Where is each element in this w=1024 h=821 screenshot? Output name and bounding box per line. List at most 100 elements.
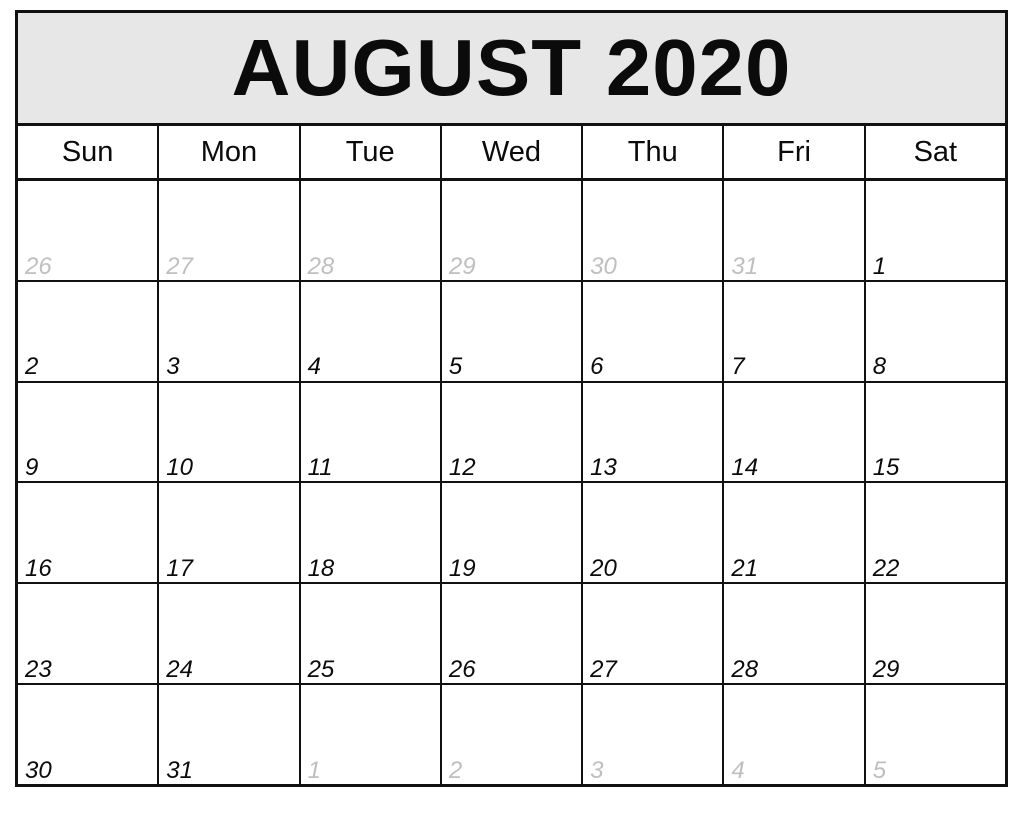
day-cell[interactable]: 3 (159, 281, 301, 381)
day-number: 29 (872, 655, 900, 683)
day-cell[interactable]: 8 (865, 281, 1005, 381)
day-number: 2 (25, 353, 39, 381)
day-number: 11 (307, 454, 333, 482)
day-cell[interactable]: 1 (300, 685, 442, 784)
day-number: 1 (307, 756, 321, 784)
day-cell[interactable]: 5 (865, 685, 1005, 784)
day-number: 8 (872, 353, 887, 381)
day-number: 18 (307, 555, 335, 583)
weekday-label: Sat (913, 135, 958, 168)
day-cell[interactable]: 2 (441, 685, 584, 784)
day-number: 28 (307, 252, 335, 280)
week-row: 26 27 28 29 30 31 1 (18, 181, 1005, 282)
week-row: 30 31 1 2 3 4 5 (18, 685, 1005, 784)
day-cell[interactable]: 26 (441, 584, 584, 684)
day-number: 3 (590, 756, 604, 784)
day-cell[interactable]: 10 (159, 382, 301, 482)
day-number: 23 (25, 655, 52, 683)
weekday-label: Wed (481, 135, 542, 168)
day-cell[interactable]: 11 (300, 382, 442, 482)
day-cell[interactable]: 2 (18, 281, 160, 381)
weekday-label: Fri (777, 135, 811, 168)
day-cell[interactable]: 5 (441, 281, 584, 381)
day-cell[interactable]: 31 (159, 685, 301, 784)
day-number: 9 (25, 454, 39, 482)
day-number: 3 (166, 353, 180, 381)
day-cell[interactable]: 7 (724, 281, 866, 381)
day-cell[interactable]: 30 (583, 181, 725, 280)
day-cell[interactable]: 12 (441, 382, 584, 482)
day-cell[interactable]: 1 (865, 181, 1005, 280)
day-cell[interactable]: 14 (724, 382, 866, 482)
day-number: 27 (590, 655, 617, 683)
day-number: 5 (872, 756, 887, 784)
day-cell[interactable]: 9 (18, 382, 160, 482)
week-row: 23 24 25 26 27 28 29 (18, 584, 1005, 686)
day-cell[interactable]: 29 (441, 181, 584, 280)
day-cell[interactable]: 28 (724, 584, 866, 684)
day-cell[interactable]: 6 (583, 281, 725, 381)
day-cell[interactable]: 13 (583, 382, 725, 482)
day-cell[interactable]: 4 (724, 685, 866, 784)
day-cell[interactable]: 28 (300, 181, 442, 280)
day-number: 24 (166, 655, 193, 683)
day-cell[interactable]: 30 (18, 685, 160, 784)
day-cell[interactable]: 25 (300, 584, 442, 684)
day-number: 31 (166, 756, 193, 784)
week-row: 9 10 11 12 13 14 15 (18, 382, 1005, 484)
day-cell[interactable]: 18 (300, 483, 442, 583)
day-cell[interactable]: 24 (159, 584, 301, 684)
day-cell[interactable]: 26 (18, 181, 160, 280)
weekday-header-fri: Fri (724, 126, 866, 178)
day-cell[interactable]: 3 (583, 685, 725, 784)
day-cell[interactable]: 23 (18, 584, 160, 684)
day-cell[interactable]: 21 (724, 483, 866, 583)
day-cell[interactable]: 4 (300, 281, 442, 381)
day-number: 22 (872, 555, 900, 583)
day-number: 19 (448, 555, 476, 583)
day-cell[interactable]: 22 (865, 483, 1005, 583)
weekday-header-thu: Thu (583, 126, 725, 178)
day-number: 26 (25, 252, 52, 280)
day-number: 29 (448, 252, 476, 280)
day-cell[interactable]: 27 (159, 181, 301, 280)
weekday-label: Sun (61, 135, 114, 168)
day-number: 7 (731, 353, 745, 381)
weekday-label: Thu (627, 135, 678, 168)
weekday-header-sat: Sat (866, 126, 1005, 178)
day-number: 10 (166, 454, 193, 482)
weekday-header-wed: Wed (442, 126, 584, 178)
weekday-header-mon: Mon (159, 126, 301, 178)
day-number: 6 (590, 353, 604, 381)
day-cell[interactable]: 20 (583, 483, 725, 583)
day-cell[interactable]: 31 (724, 181, 866, 280)
day-number: 16 (25, 555, 52, 583)
day-number: 15 (872, 454, 900, 482)
week-row: 2 3 4 5 6 7 8 (18, 281, 1005, 383)
day-number: 14 (731, 454, 759, 482)
day-cell[interactable]: 15 (865, 382, 1005, 482)
weekday-header-sun: Sun (18, 126, 160, 178)
day-cell[interactable]: 19 (441, 483, 584, 583)
day-number: 21 (731, 555, 759, 583)
day-cell[interactable]: 29 (865, 584, 1005, 684)
day-number: 13 (590, 454, 617, 482)
day-number: 28 (731, 655, 759, 683)
day-number: 20 (590, 555, 617, 583)
day-number: 5 (448, 353, 463, 381)
day-number: 2 (448, 756, 463, 784)
day-number: 26 (448, 655, 476, 683)
weekday-label: Tue (345, 135, 395, 168)
day-number: 27 (166, 252, 193, 280)
day-number: 4 (307, 353, 321, 381)
day-number: 30 (25, 756, 52, 784)
day-number: 1 (872, 252, 887, 280)
day-number: 4 (731, 756, 745, 784)
weekday-label: Mon (200, 135, 258, 168)
week-row: 16 17 18 19 20 21 22 (18, 483, 1005, 585)
calendar-week-grid: 26 27 28 29 30 31 1 2 3 4 5 6 7 8 9 10 1… (18, 181, 1005, 784)
day-number: 31 (731, 252, 759, 280)
day-cell[interactable]: 27 (583, 584, 725, 684)
day-cell[interactable]: 17 (159, 483, 301, 583)
day-cell[interactable]: 16 (18, 483, 160, 583)
